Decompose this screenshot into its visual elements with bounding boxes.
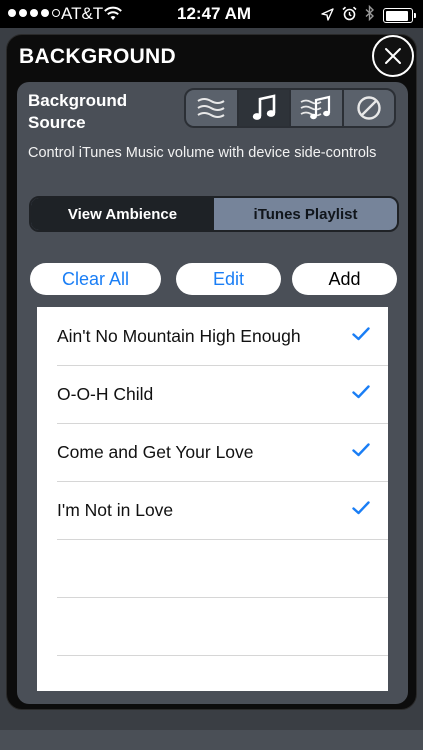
source-option-ambience[interactable] xyxy=(186,90,239,126)
background-source-label: Background Source xyxy=(28,90,178,134)
tab-view-ambience[interactable]: View Ambience xyxy=(31,198,214,230)
background-source-label-line1: Background xyxy=(28,91,128,110)
close-button[interactable] xyxy=(372,35,414,77)
battery-level xyxy=(385,10,408,21)
list-item[interactable]: Ain't No Mountain High Enough xyxy=(37,307,388,365)
location-arrow-icon xyxy=(321,6,334,26)
checkmark-icon xyxy=(352,443,370,462)
status-bar: AT&T 12:47 AM xyxy=(0,0,423,28)
checkmark-icon xyxy=(352,385,370,404)
add-button[interactable]: Add xyxy=(292,263,397,295)
carrier-name: AT&T xyxy=(61,4,104,23)
song-title: Ain't No Mountain High Enough xyxy=(57,326,301,346)
panel-title: BACKGROUND xyxy=(19,45,176,68)
bluetooth-icon xyxy=(365,4,375,26)
alarm-clock-icon xyxy=(342,6,357,26)
checkmark-icon xyxy=(352,501,370,520)
song-title: I'm Not in Love xyxy=(57,500,174,520)
source-description: Control iTunes Music volume with device … xyxy=(28,145,377,161)
wifi-icon xyxy=(103,6,123,26)
list-item[interactable]: Come and Get Your Love xyxy=(37,423,388,481)
source-option-none[interactable] xyxy=(344,90,395,126)
song-title: Come and Get Your Love xyxy=(57,442,254,462)
clear-all-button[interactable]: Clear All xyxy=(30,263,161,295)
status-time: 12:47 AM xyxy=(177,4,252,23)
row-divider xyxy=(57,539,388,540)
row-divider xyxy=(57,655,388,656)
playlist-actions: Clear All Edit Add xyxy=(30,263,397,295)
playlist-list: Ain't No Mountain High Enough O-O-H Chil… xyxy=(37,307,388,691)
waves-icon xyxy=(197,98,225,118)
battery-icon xyxy=(383,8,416,23)
tab-itunes-playlist[interactable]: iTunes Playlist xyxy=(214,198,397,230)
background-panel: BACKGROUND Background Source Control iTu… xyxy=(6,34,417,710)
music-note-icon xyxy=(252,94,276,120)
row-divider xyxy=(57,597,388,598)
edit-button[interactable]: Edit xyxy=(176,263,281,295)
signal-strength-icon xyxy=(8,9,60,17)
background-source-label-line2: Source xyxy=(28,113,86,132)
list-item[interactable]: O-O-H Child xyxy=(37,365,388,423)
mode-selector: View Ambience iTunes Playlist xyxy=(29,196,399,232)
list-item[interactable]: I'm Not in Love xyxy=(37,481,388,539)
song-title: O-O-H Child xyxy=(57,384,154,404)
checkmark-icon xyxy=(352,327,370,346)
source-option-music[interactable] xyxy=(238,90,291,126)
none-icon xyxy=(357,96,381,120)
frame-bottom-edge xyxy=(0,730,423,750)
waves-music-icon xyxy=(300,95,331,120)
background-source-selector xyxy=(184,88,396,128)
settings-card: Background Source Control iTunes Music v… xyxy=(17,82,408,704)
close-icon xyxy=(385,48,401,64)
source-option-ambience-music[interactable] xyxy=(291,90,344,126)
